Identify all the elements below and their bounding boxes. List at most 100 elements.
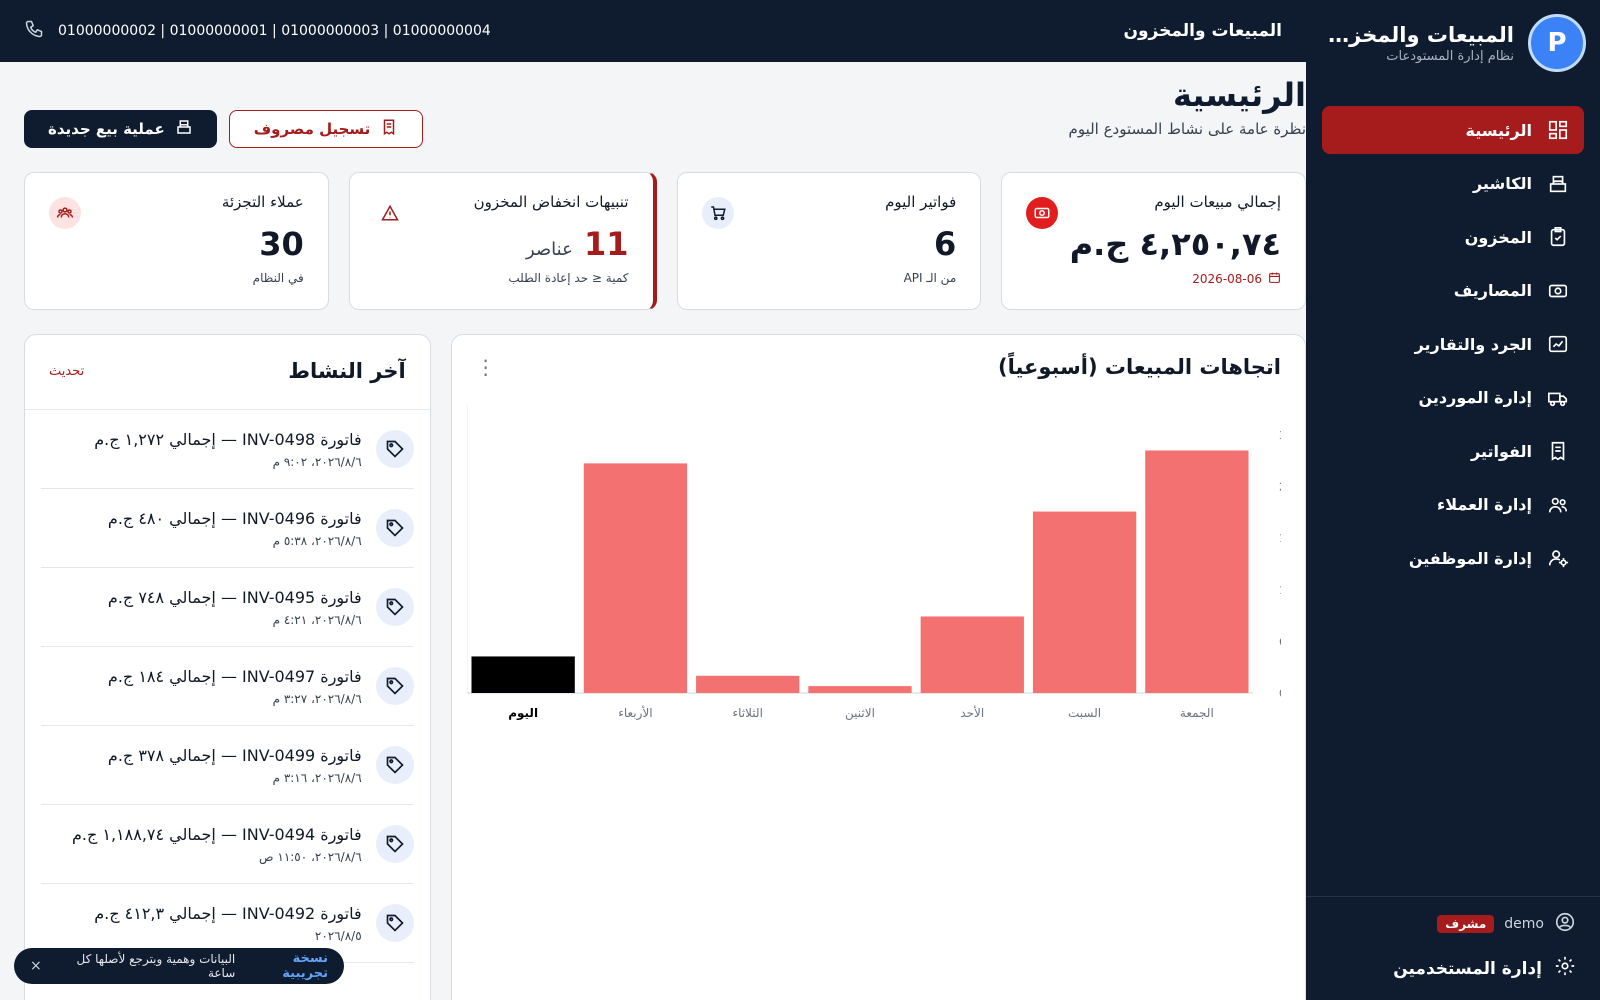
stat-note: كمية ≤ حد إعادة الطلب (508, 271, 629, 285)
stat-value: ٤,٢٥٠,٧٤ ج.م (1069, 225, 1281, 263)
stat-value: 6 (933, 225, 957, 263)
tag-icon (375, 667, 414, 705)
activity-title-text: فاتورة INV-0498 — إجمالي ١,٢٧٢ ج.م (94, 429, 362, 449)
stat-label: عملاء التجزئة (221, 193, 304, 211)
users-icon (1546, 493, 1570, 517)
activity-item[interactable]: فاتورة INV-0496 — إجمالي ٤٨٠ ج.م ٢٠٢٦/٨/٦… (41, 489, 414, 568)
log-expense-button[interactable]: تسجيل مصروف (228, 110, 424, 148)
dashboard-icon (1546, 118, 1570, 142)
activity-item[interactable]: فاتورة INV-0495 — إجمالي ٧٤٨ ج.م ٢٠٢٦/٨/٦… (41, 568, 414, 647)
activity-item[interactable]: فاتورة INV-0494 — إجمالي ١,١٨٨,٧٤ ج.م ٢٠٢… (41, 805, 414, 884)
y-tick-label: 12k (1279, 584, 1281, 597)
activity-title-text: فاتورة INV-0495 — إجمالي ٧٤٨ ج.م (107, 587, 362, 607)
new-sale-button[interactable]: عملية بيع جديدة (24, 110, 217, 148)
refresh-link[interactable]: تحديث (49, 364, 84, 379)
stat-today-invoices: فواتير اليوم 6 من الـ API (676, 172, 982, 310)
sidebar-item-expenses[interactable]: المصاريف (1322, 267, 1584, 315)
main-content: الرئيسية نظرة عامة على نشاط المستودع الي… (0, 62, 1306, 1000)
activity-item[interactable]: فاتورة INV-0497 — إجمالي ١٨٤ ج.م ٢٠٢٦/٨/٦… (41, 647, 414, 726)
sidebar-item-customers[interactable]: إدارة العملاء (1322, 481, 1584, 529)
activity-title: آخر النشاط (288, 359, 406, 383)
low-stock-unit: عناصر (525, 239, 573, 260)
warning-icon (374, 197, 406, 229)
stat-date: 2026-08-06 (1026, 271, 1281, 287)
activity-list: فاتورة INV-0498 — إجمالي ١,٢٧٢ ج.م ٢٠٢٦/٨… (25, 410, 430, 963)
x-tick-label: الثلاثاء (733, 706, 763, 720)
sidebar-item-home[interactable]: الرئيسية (1322, 106, 1584, 154)
group-icon (49, 197, 81, 229)
phone-numbers: 01000000002 | 01000000001 | 01000000003 … (58, 23, 491, 39)
role-badge: مشرف (1437, 915, 1495, 933)
activity-title-text: فاتورة INV-0496 — إجمالي ٤٨٠ ج.م (107, 508, 362, 528)
sidebar-nav: الرئيسية الكاشير المخزون المصاريف الجرد … (1306, 86, 1600, 582)
close-icon[interactable]: × (30, 958, 42, 974)
chart-title: اتجاهات المبيعات (أسبوعياً) (997, 355, 1281, 379)
stat-note: من الـ API (903, 271, 957, 285)
demo-toast: نسخة تجريبية البيانات وهمية وبترجع لأصله… (14, 948, 344, 984)
page-title: الرئيسية (1173, 76, 1306, 114)
chart-bar (920, 616, 1024, 693)
activity-time: ٢٠٢٦/٨/٦، ٩:٠٢ م (272, 454, 362, 469)
sidebar-item-cashier[interactable]: الكاشير (1322, 160, 1584, 208)
page-header: الرئيسية نظرة عامة على نشاط المستودع الي… (24, 62, 1306, 172)
sidebar-item-label: إدارة الموردين (1418, 388, 1532, 407)
cash-register-icon (175, 118, 193, 140)
sidebar-item-label: الرئيسية (1465, 120, 1533, 140)
stat-label: إجمالي مبيعات اليوم (1154, 193, 1281, 211)
sidebar-item-inventory[interactable]: المخزون (1322, 213, 1584, 261)
users-management-label: إدارة المستخدمين (1393, 958, 1542, 979)
sidebar-item-label: إدارة العملاء (1437, 495, 1532, 514)
page-actions: عملية بيع جديدة تسجيل مصروف (24, 110, 424, 148)
activity-title-text: فاتورة INV-0494 — إجمالي ١,١٨٨,٧٤ ج.م (71, 824, 362, 844)
stat-label: تنبيهات انخفاض المخزون (473, 193, 629, 211)
stats-row: إجمالي مبيعات اليوم ٤,٢٥٠,٧٤ ج.م 2026-08… (24, 172, 1306, 310)
topbar-phones: 01000000002 | 01000000001 | 01000000003 … (24, 19, 491, 43)
tag-icon (375, 430, 414, 468)
tag-icon (375, 588, 414, 626)
x-tick-label: الأحد (960, 705, 984, 720)
user-settings-icon (1546, 546, 1570, 570)
chart-bar (1145, 450, 1249, 693)
gear-icon (1554, 955, 1576, 982)
y-tick-label: 30k (1279, 429, 1281, 442)
y-tick-label: 24k (1279, 481, 1281, 494)
stat-value: 11 عناصر (374, 225, 629, 263)
tag-icon (375, 825, 414, 863)
cart-icon (701, 197, 734, 229)
activity-panel: آخر النشاط تحديث فاتورة INV-0498 — إجمال… (24, 334, 431, 1000)
sales-trend-panel: اتجاهات المبيعات (أسبوعياً) ⋮ 0 6k 12k 18k 2… (450, 334, 1306, 1000)
chart-bar (471, 656, 575, 693)
chart-bar (696, 675, 800, 693)
sidebar-item-reports[interactable]: الجرد والتقارير (1322, 320, 1584, 368)
activity-time: ٢٠٢٦/٨/٥ (314, 928, 362, 943)
activity-time: ٢٠٢٦/٨/٦، ٥:٣٨ م (272, 533, 362, 548)
sidebar-item-label: إدارة الموظفين (1408, 548, 1532, 568)
users-management-link[interactable]: إدارة المستخدمين (1330, 955, 1576, 982)
sidebar-item-invoices[interactable]: الفواتير (1322, 427, 1584, 475)
activity-title-text: فاتورة INV-0499 — إجمالي ٣٧٨ ج.م (107, 745, 362, 765)
current-user[interactable]: demo مشرف (1330, 911, 1576, 937)
stat-value: 30 (259, 225, 304, 263)
page-subtitle: نظرة عامة على نشاط المستودع اليوم (1068, 120, 1306, 138)
tag-icon (375, 904, 414, 942)
tag-icon (375, 509, 414, 547)
stat-label: فواتير اليوم (885, 193, 957, 211)
stat-low-stock: تنبيهات انخفاض المخزون 11 عناصر كمية ≤ ح… (348, 172, 657, 310)
sidebar: P المبيعات والمخزون نظام إدارة المستودعا… (1306, 0, 1600, 1000)
brand-avatar[interactable]: P (1528, 14, 1586, 72)
sidebar-item-employees[interactable]: إدارة الموظفين (1322, 534, 1584, 582)
more-options-icon[interactable]: ⋮ (476, 355, 496, 379)
activity-item[interactable]: فاتورة INV-0499 — إجمالي ٣٧٨ ج.م ٢٠٢٦/٨/٦… (41, 726, 414, 805)
sidebar-item-suppliers[interactable]: إدارة الموردين (1322, 374, 1584, 422)
low-stock-count: 11 (583, 225, 629, 263)
stat-note: 2026-08-06 (1192, 272, 1262, 286)
activity-title-text: فاتورة INV-0497 — إجمالي ١٨٤ ج.م (107, 666, 362, 686)
sidebar-item-label: الجرد والتقارير (1414, 334, 1532, 354)
sidebar-item-label: المصاريف (1453, 281, 1532, 300)
stat-today-sales: إجمالي مبيعات اليوم ٤,٢٥٠,٧٤ ج.م 2026-08… (1001, 172, 1306, 310)
y-tick-label: 18k (1279, 532, 1281, 545)
brand-title: المبيعات والمخزون (1320, 22, 1514, 47)
chart-bar (808, 686, 912, 693)
activity-item[interactable]: فاتورة INV-0498 — إجمالي ١,٢٧٢ ج.م ٢٠٢٦/٨… (41, 410, 414, 489)
clipboard-check-icon (1546, 225, 1570, 249)
